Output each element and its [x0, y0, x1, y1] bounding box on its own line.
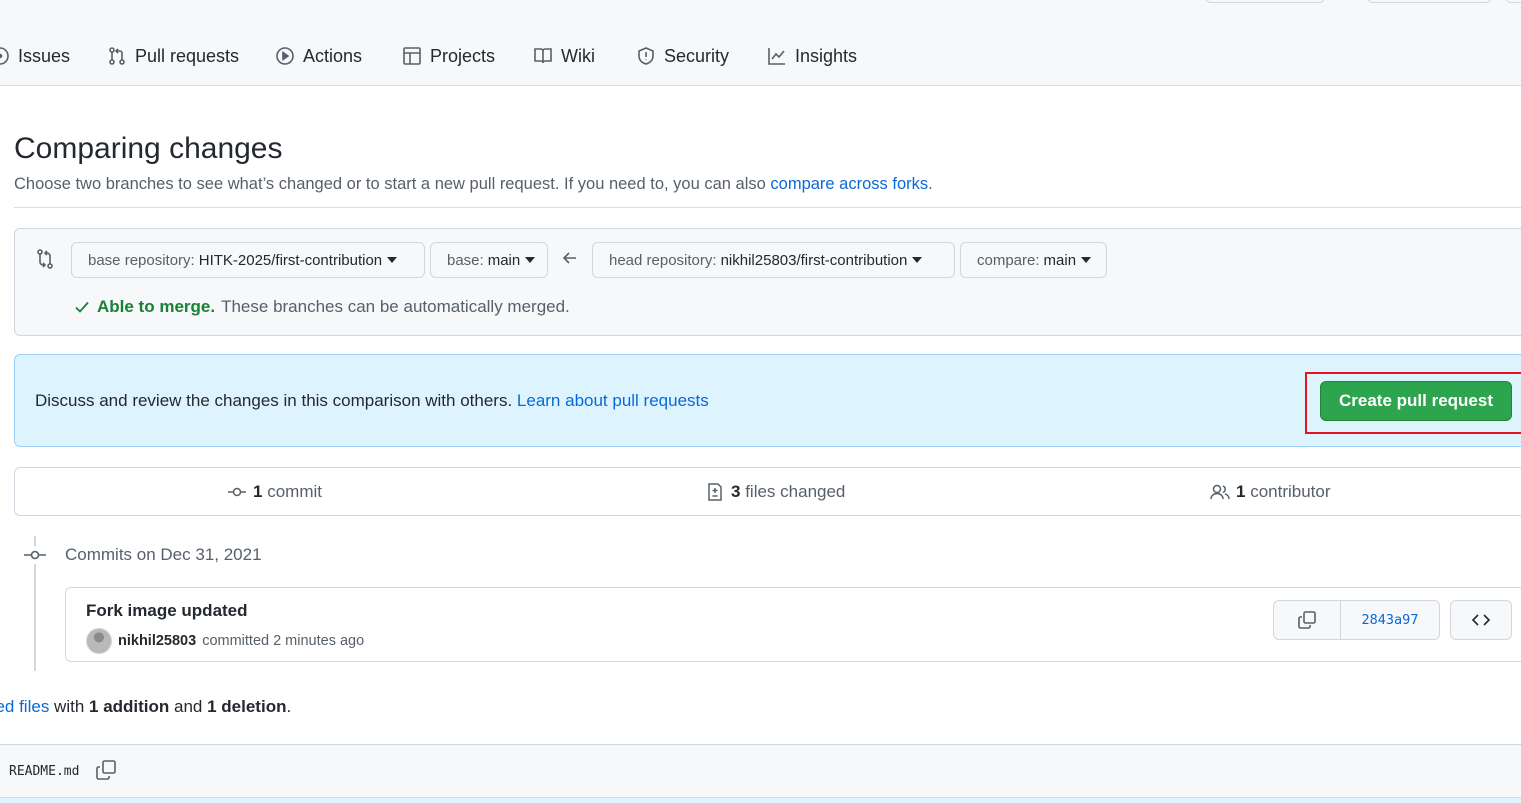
tab-label: Wiki: [561, 45, 595, 66]
graph-icon: [768, 48, 785, 65]
file-header: README.md: [0, 744, 1521, 798]
contributors-link[interactable]: 1 contributor: [1210, 482, 1331, 502]
tab-label: Issues: [18, 45, 71, 66]
additions-count: 1 addition: [89, 697, 170, 716]
diff-hunk-header: [0, 798, 1521, 803]
file-name-link[interactable]: README.md: [9, 764, 79, 779]
copy-icon: [1298, 611, 1316, 629]
select-label: compare:: [977, 251, 1040, 269]
commits-count: 1: [253, 482, 263, 501]
divider: [14, 207, 1521, 208]
deletions-count: 1 deletion: [207, 697, 287, 716]
commit-meta: nikhil25803 committed 2 minutes ago: [86, 628, 364, 654]
tab-label: Security: [664, 45, 730, 66]
browse-repository-button[interactable]: [1450, 600, 1512, 640]
git-commit-icon: [24, 546, 46, 564]
files-count: 3: [731, 482, 741, 501]
tab-label: Projects: [430, 45, 496, 66]
tab-wiki[interactable]: Wiki: [533, 46, 595, 67]
git-commit-icon: [228, 487, 246, 497]
copy-sha-button[interactable]: [1274, 601, 1341, 639]
select-value: nikhil25803/first-contribution: [720, 251, 908, 269]
contributors-label: contributor: [1250, 482, 1331, 501]
head-repository-select[interactable]: head repository: nikhil25803/first-contri…: [592, 242, 955, 278]
caret-down-icon: [387, 257, 398, 263]
select-label: head repository:: [609, 251, 717, 269]
files-changed-link[interactable]: 3 files changed: [705, 482, 845, 502]
pull-request-prompt: Discuss and review the changes in this c…: [14, 354, 1521, 447]
header-action-button[interactable]: [1205, 0, 1325, 3]
git-compare-icon: [37, 249, 53, 269]
commits-label: commit: [267, 482, 322, 501]
contributors-count: 1: [1236, 482, 1246, 501]
range-editor: base repository: HITK-2025/first-contribu…: [14, 228, 1521, 336]
select-label: base repository:: [88, 251, 195, 269]
stats-text: with: [49, 697, 90, 716]
check-icon: [75, 301, 89, 313]
tab-label: Insights: [795, 45, 858, 66]
caret-down-icon: [1081, 257, 1092, 263]
page-title: Comparing changes: [14, 132, 283, 165]
caret-down-icon: [525, 257, 536, 263]
code-icon: [1471, 614, 1491, 626]
tab-pull-requests[interactable]: Pull requests: [107, 46, 239, 67]
page-subtitle: Choose two branches to see what’s change…: [14, 175, 933, 194]
merge-status-message: These branches can be automatically merg…: [221, 297, 570, 316]
arrow-left-icon: [562, 252, 576, 264]
compare-across-forks-link[interactable]: compare across forks: [770, 175, 928, 193]
select-value: HITK-2025/first-contribution: [198, 251, 383, 269]
commits-date-heading: Commits on Dec 31, 2021: [65, 545, 262, 564]
table-icon: [403, 47, 421, 65]
copy-icon[interactable]: [95, 759, 117, 781]
base-branch-select[interactable]: base: main: [430, 242, 548, 278]
commit-sha-group: 2843a97: [1273, 600, 1440, 640]
avatar[interactable]: [86, 628, 112, 654]
tab-actions[interactable]: Actions: [275, 46, 362, 67]
subtitle-text: Choose two branches to see what’s change…: [14, 175, 771, 193]
learn-about-pull-requests-link[interactable]: Learn about pull requests: [517, 391, 709, 410]
commit-author-link[interactable]: nikhil25803: [118, 633, 196, 649]
commit-time: committed 2 minutes ago: [202, 633, 365, 649]
stats-text: and: [169, 697, 208, 716]
create-pull-request-button[interactable]: Create pull request: [1320, 381, 1512, 421]
tab-label: Actions: [303, 45, 363, 66]
compare-branch-select[interactable]: compare: main: [960, 242, 1107, 278]
subtitle-end: .: [928, 175, 933, 193]
diff-stats: ged files with 1 addition and 1 deletion…: [0, 697, 291, 717]
issue-opened-icon: [0, 47, 9, 65]
files-label: files changed: [745, 482, 846, 501]
select-label: base:: [447, 251, 484, 269]
book-icon: [534, 48, 552, 64]
stats-text: .: [286, 697, 292, 716]
file-diff-icon: [708, 483, 722, 501]
tab-security[interactable]: Security: [636, 46, 729, 67]
tab-projects[interactable]: Projects: [402, 46, 495, 67]
people-icon: [1210, 484, 1230, 500]
merge-status-label: Able to merge.: [97, 297, 216, 316]
play-icon: [276, 47, 294, 65]
select-value: main: [487, 251, 521, 269]
tab-label: Pull requests: [135, 45, 240, 66]
header-action-button[interactable]: [1367, 0, 1492, 3]
changed-files-link[interactable]: ged files: [0, 697, 49, 716]
select-value: main: [1043, 251, 1077, 269]
repo-header: Issues Pull requests Actions Projects Wi…: [0, 0, 1521, 86]
comparison-summary: 1 commit 3 files changed 1 contributor: [14, 467, 1521, 516]
prompt-text: Discuss and review the changes in this c…: [35, 391, 709, 411]
commit-title-link[interactable]: Fork image updated: [86, 601, 248, 621]
header-action-button[interactable]: [1505, 0, 1521, 3]
tab-insights[interactable]: Insights: [767, 46, 857, 67]
commit-item: Fork image updated nikhil25803 committed…: [65, 587, 1521, 662]
shield-icon: [638, 47, 654, 65]
git-pull-request-icon: [109, 47, 125, 65]
tab-issues[interactable]: Issues: [0, 46, 70, 67]
commits-count-link[interactable]: 1 commit: [227, 482, 322, 502]
caret-down-icon: [912, 257, 923, 263]
merge-status: Able to merge. These branches can be aut…: [73, 297, 570, 317]
prompt-message: Discuss and review the changes in this c…: [35, 391, 517, 410]
commit-sha-link[interactable]: 2843a97: [1341, 601, 1439, 639]
base-repository-select[interactable]: base repository: HITK-2025/first-contribu…: [71, 242, 425, 278]
